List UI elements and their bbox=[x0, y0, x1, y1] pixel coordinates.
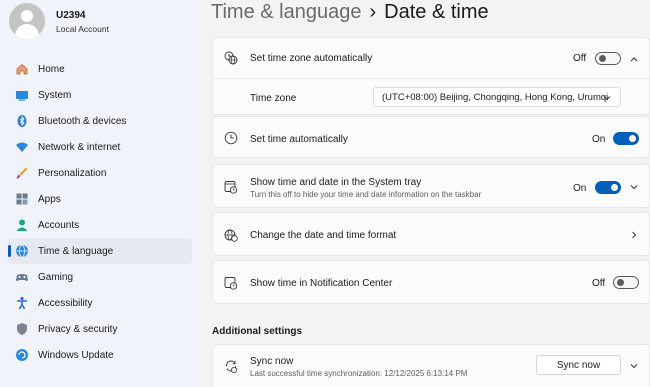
time-zone-value: (UTC+08:00) Beijing, Chongqing, Hong Kon… bbox=[382, 91, 609, 103]
breadcrumb-current: Date & time bbox=[384, 1, 489, 23]
system-icon bbox=[15, 88, 29, 102]
tz-auto-label: Set time zone automatically bbox=[250, 53, 373, 64]
update-icon bbox=[15, 348, 29, 362]
sync-now-button[interactable]: Sync now bbox=[536, 355, 621, 375]
sidebar-item-accessibility[interactable]: Accessibility bbox=[8, 290, 192, 316]
time-auto-state: On bbox=[592, 134, 606, 145]
sidebar-item-accounts[interactable]: Accounts bbox=[8, 212, 192, 238]
system-tray-card[interactable]: Show time and date in the System tray Tu… bbox=[212, 164, 650, 208]
notif-toggle[interactable] bbox=[613, 276, 639, 289]
sidebar-item-network[interactable]: Network & internet bbox=[8, 134, 192, 160]
breadcrumb-parent[interactable]: Time & language bbox=[211, 1, 361, 23]
sidebar-item-bluetooth[interactable]: Bluetooth & devices bbox=[8, 108, 192, 134]
sidebar-item-time-language[interactable]: Time & language bbox=[8, 238, 192, 264]
sidebar-item-system[interactable]: System bbox=[8, 82, 192, 108]
sidebar-item-apps[interactable]: Apps bbox=[8, 186, 192, 212]
sidebar-item-label: Apps bbox=[38, 193, 61, 205]
sidebar-item-windows-update[interactable]: Windows Update bbox=[8, 342, 192, 368]
time-auto-card[interactable]: Set time automatically On bbox=[212, 116, 650, 158]
user-profile[interactable]: U2394 Local Account bbox=[9, 3, 194, 39]
chevron-up-icon[interactable] bbox=[629, 54, 639, 64]
sidebar-item-gaming[interactable]: Gaming bbox=[8, 264, 192, 290]
accounts-icon bbox=[15, 218, 29, 232]
format-card[interactable]: Change the date and time format bbox=[212, 212, 650, 256]
accessibility-icon bbox=[15, 296, 29, 310]
sidebar-item-label: Bluetooth & devices bbox=[38, 115, 127, 127]
wifi-icon bbox=[15, 140, 29, 154]
time-zone-dropdown[interactable]: (UTC+08:00) Beijing, Chongqing, Hong Kon… bbox=[373, 87, 621, 107]
globe-clock-icon bbox=[15, 244, 29, 258]
sidebar-item-label: Home bbox=[38, 63, 65, 75]
sidebar: U2394 Local Account Home System Bluetoot… bbox=[0, 0, 200, 387]
tz-auto-toggle[interactable] bbox=[595, 52, 621, 65]
tz-auto-row[interactable]: Set time zone automatically Off bbox=[213, 38, 649, 78]
apps-icon bbox=[15, 192, 29, 206]
tray-sublabel: Turn this off to hide your time and date… bbox=[250, 190, 482, 199]
home-icon bbox=[15, 62, 29, 76]
additional-settings-heading: Additional settings bbox=[212, 326, 302, 337]
shield-icon bbox=[15, 322, 29, 336]
sidebar-item-label: Accessibility bbox=[38, 297, 93, 309]
user-name: U2394 bbox=[56, 10, 86, 21]
page-title: Time & language › Date & time bbox=[211, 1, 489, 24]
time-auto-label: Set time automatically bbox=[250, 134, 348, 145]
gamepad-icon bbox=[15, 270, 29, 284]
sidebar-nav: Home System Bluetooth & devices Network … bbox=[8, 56, 192, 368]
time-zone-row: Time zone (UTC+08:00) Beijing, Chongqing… bbox=[213, 79, 649, 116]
sidebar-item-label: Privacy & security bbox=[38, 323, 118, 335]
tray-state: On bbox=[573, 183, 587, 194]
sidebar-item-label: System bbox=[38, 89, 72, 101]
tz-auto-state: Off bbox=[573, 53, 587, 64]
brush-icon bbox=[15, 166, 29, 180]
chevron-down-icon bbox=[603, 96, 611, 101]
breadcrumb-separator: › bbox=[369, 1, 377, 23]
notif-state: Off bbox=[592, 278, 606, 289]
sidebar-item-label: Personalization bbox=[38, 167, 107, 179]
sync-card: Sync now Last successful time synchroniz… bbox=[212, 344, 650, 387]
sidebar-item-label: Accounts bbox=[38, 219, 80, 231]
sidebar-item-label: Network & internet bbox=[38, 141, 121, 153]
tray-label: Show time and date in the System tray bbox=[250, 177, 422, 188]
notif-label: Show time in Notification Center bbox=[250, 278, 393, 289]
timezone-card: Set time zone automatically Off Time zon… bbox=[212, 37, 650, 115]
globe-clock-icon bbox=[224, 228, 238, 242]
sidebar-item-label: Time & language bbox=[38, 245, 114, 257]
time-zone-label: Time zone bbox=[250, 93, 297, 104]
clock-icon bbox=[224, 131, 238, 145]
sidebar-item-label: Gaming bbox=[38, 271, 74, 283]
account-type: Local Account bbox=[56, 24, 109, 34]
format-label: Change the date and time format bbox=[250, 230, 397, 241]
bluetooth-icon bbox=[15, 114, 29, 128]
sidebar-item-personalization[interactable]: Personalization bbox=[8, 160, 192, 186]
sync-label: Sync now bbox=[250, 356, 294, 367]
avatar bbox=[9, 3, 45, 39]
taskbar-clock-icon bbox=[224, 180, 238, 194]
time-auto-toggle[interactable] bbox=[613, 132, 639, 145]
sync-sublabel: Last successful time synchronization: 12… bbox=[250, 369, 468, 378]
sidebar-item-privacy[interactable]: Privacy & security bbox=[8, 316, 192, 342]
chevron-right-icon bbox=[632, 231, 637, 239]
notification-clock-icon bbox=[224, 276, 238, 290]
sync-icon bbox=[224, 359, 238, 373]
globe-clock-icon bbox=[224, 51, 238, 65]
sidebar-item-home[interactable]: Home bbox=[8, 56, 192, 82]
tray-toggle[interactable] bbox=[595, 181, 621, 194]
chevron-down-icon[interactable] bbox=[629, 182, 639, 192]
sidebar-item-label: Windows Update bbox=[38, 349, 114, 361]
chevron-down-icon[interactable] bbox=[629, 361, 639, 371]
notification-card[interactable]: Show time in Notification Center Off bbox=[212, 260, 650, 304]
